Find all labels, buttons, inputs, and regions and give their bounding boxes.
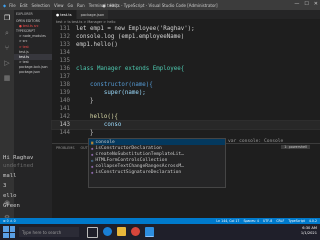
code-line: 131 let emp1 = new Employee('Raghav'); xyxy=(52,25,320,33)
interface-icon: ◇ xyxy=(91,157,94,163)
method-icon: ◈ xyxy=(91,170,94,176)
problems-status[interactable]: ⊗ 0 ⚠ 0 xyxy=(3,219,16,223)
code-line: 141 xyxy=(52,105,320,113)
code-line: 139 super(name); xyxy=(52,89,320,97)
suggestion-detail: var console: Console xyxy=(228,139,284,144)
taskbar-search[interactable]: Type here to search xyxy=(19,227,79,237)
code-text: } xyxy=(76,98,94,104)
code-line: 132 console.log (emp1.employeeName) xyxy=(52,33,320,41)
code-text: hello(){ xyxy=(76,114,118,120)
explorer-icon[interactable]: ❐ xyxy=(3,14,11,22)
tab-test-ts[interactable]: ● test.ts xyxy=(52,10,77,19)
edge-icon[interactable] xyxy=(103,226,112,236)
line-number: 134 xyxy=(59,50,70,56)
line-number: 132 xyxy=(59,34,70,40)
terminal-line: Hi Raghav xyxy=(3,155,34,161)
title-bar: ◆ File Edit Selection View Go Run Termin… xyxy=(0,0,320,10)
code-text: let emp1 = new Employee('Raghav'); xyxy=(76,26,195,32)
code-text: emp1.hello() xyxy=(76,42,118,48)
line-number: 135 xyxy=(59,58,70,64)
minimize-icon[interactable]: — xyxy=(294,1,299,7)
tab-package-json[interactable]: package.json xyxy=(76,10,110,19)
suggestion-item[interactable]: ◈ isConstructSignatureDeclaration xyxy=(89,169,225,175)
variable-icon: ▣ xyxy=(91,139,94,145)
explorer-header: EXPLORER xyxy=(16,12,33,16)
line-number: 137 xyxy=(59,74,70,80)
code-line: 137 xyxy=(52,73,320,81)
system-clock[interactable]: 6:30 AM 1/1/2021 xyxy=(301,226,317,236)
source-control-icon[interactable]: ⑂ xyxy=(3,44,11,52)
close-icon[interactable]: ✕ xyxy=(314,1,318,7)
windows-taskbar: Type here to search 6:30 AM 1/1/2021 xyxy=(0,224,320,240)
code-line: 142 hello(){ xyxy=(52,113,320,121)
tree-file[interactable]: package.json xyxy=(14,70,52,75)
search-icon[interactable]: ⌕ xyxy=(3,29,11,37)
code-line: 134 xyxy=(52,49,320,57)
tab-problems[interactable]: PROBLEMS xyxy=(56,146,75,150)
code-editor[interactable]: 131 let emp1 = new Employee('Raghav'); 13… xyxy=(51,25,320,143)
cursor-position[interactable]: Ln 144, Col 17 xyxy=(216,219,239,223)
windows-start-icon[interactable] xyxy=(3,226,15,238)
code-line: 138 constructor(name){ xyxy=(52,81,320,89)
code-text: console.log (emp1.employeeName) xyxy=(76,34,185,40)
vscode-taskbar-icon[interactable] xyxy=(145,226,154,237)
line-number: 139 xyxy=(59,90,70,96)
line-number: 140 xyxy=(59,98,70,104)
code-line: 136 class Manager extends Employee{ xyxy=(52,65,320,73)
editor-tabs: ● test.ts package.json xyxy=(52,10,320,19)
code-line: 133 emp1.hello() xyxy=(52,41,320,49)
code-line: 144 } xyxy=(52,129,320,137)
clock-date: 1/1/2021 xyxy=(300,231,317,235)
terminal-line: Green xyxy=(3,203,20,209)
terminal-select[interactable]: 1: powershell xyxy=(281,145,310,149)
line-number: 141 xyxy=(59,106,70,112)
code-text: conso xyxy=(76,122,122,128)
task-view-icon[interactable] xyxy=(87,226,98,238)
line-number: 138 xyxy=(59,82,70,88)
method-icon: ◈ xyxy=(91,151,94,157)
code-text: } xyxy=(76,130,94,136)
encoding[interactable]: UTF-8 xyxy=(263,219,272,223)
line-number: 136 xyxy=(59,66,70,72)
run-debug-icon[interactable]: ▷ xyxy=(3,59,11,67)
window-title: ● test.ts - TypeScript - Visual Studio C… xyxy=(102,2,218,8)
line-number: 144 xyxy=(59,130,70,136)
code-text: class Manager extends Employee{ xyxy=(76,66,185,72)
chrome-icon[interactable] xyxy=(131,226,140,236)
code-line: 140 } xyxy=(52,97,320,105)
tree-file[interactable]: package-lock.json xyxy=(14,65,52,70)
ts-version[interactable]: 4.0.2 xyxy=(309,219,317,223)
file-explorer-icon[interactable] xyxy=(117,226,126,236)
code-line-current: 143 conso xyxy=(51,120,320,130)
terminal-line: undefined xyxy=(3,163,34,169)
indentation[interactable]: Spaces: 4 xyxy=(243,219,259,223)
terminal-line: mall xyxy=(3,173,17,179)
line-number: 142 xyxy=(59,114,70,120)
line-number: 133 xyxy=(59,42,70,48)
extensions-icon[interactable]: ▦ xyxy=(3,74,11,82)
code-text: constructor(name){ xyxy=(76,82,153,88)
method-icon: ◈ xyxy=(91,145,94,151)
line-number: 131 xyxy=(59,26,70,32)
line-ending[interactable]: CRLF xyxy=(276,219,284,223)
maximize-icon[interactable]: ☐ xyxy=(304,1,308,7)
line-number: 143 xyxy=(59,122,70,128)
code-line: 135 xyxy=(52,57,320,65)
language-mode[interactable]: TypeScript xyxy=(288,219,305,223)
code-text: super(name); xyxy=(76,90,146,96)
autocomplete-dropdown[interactable]: ▣ console ◈ isConstructorDeclaration ◈ crea… xyxy=(88,138,226,188)
terminal-line: 3 xyxy=(3,183,7,189)
terminal-line: ello xyxy=(3,193,17,199)
method-icon: ◈ xyxy=(91,163,94,169)
